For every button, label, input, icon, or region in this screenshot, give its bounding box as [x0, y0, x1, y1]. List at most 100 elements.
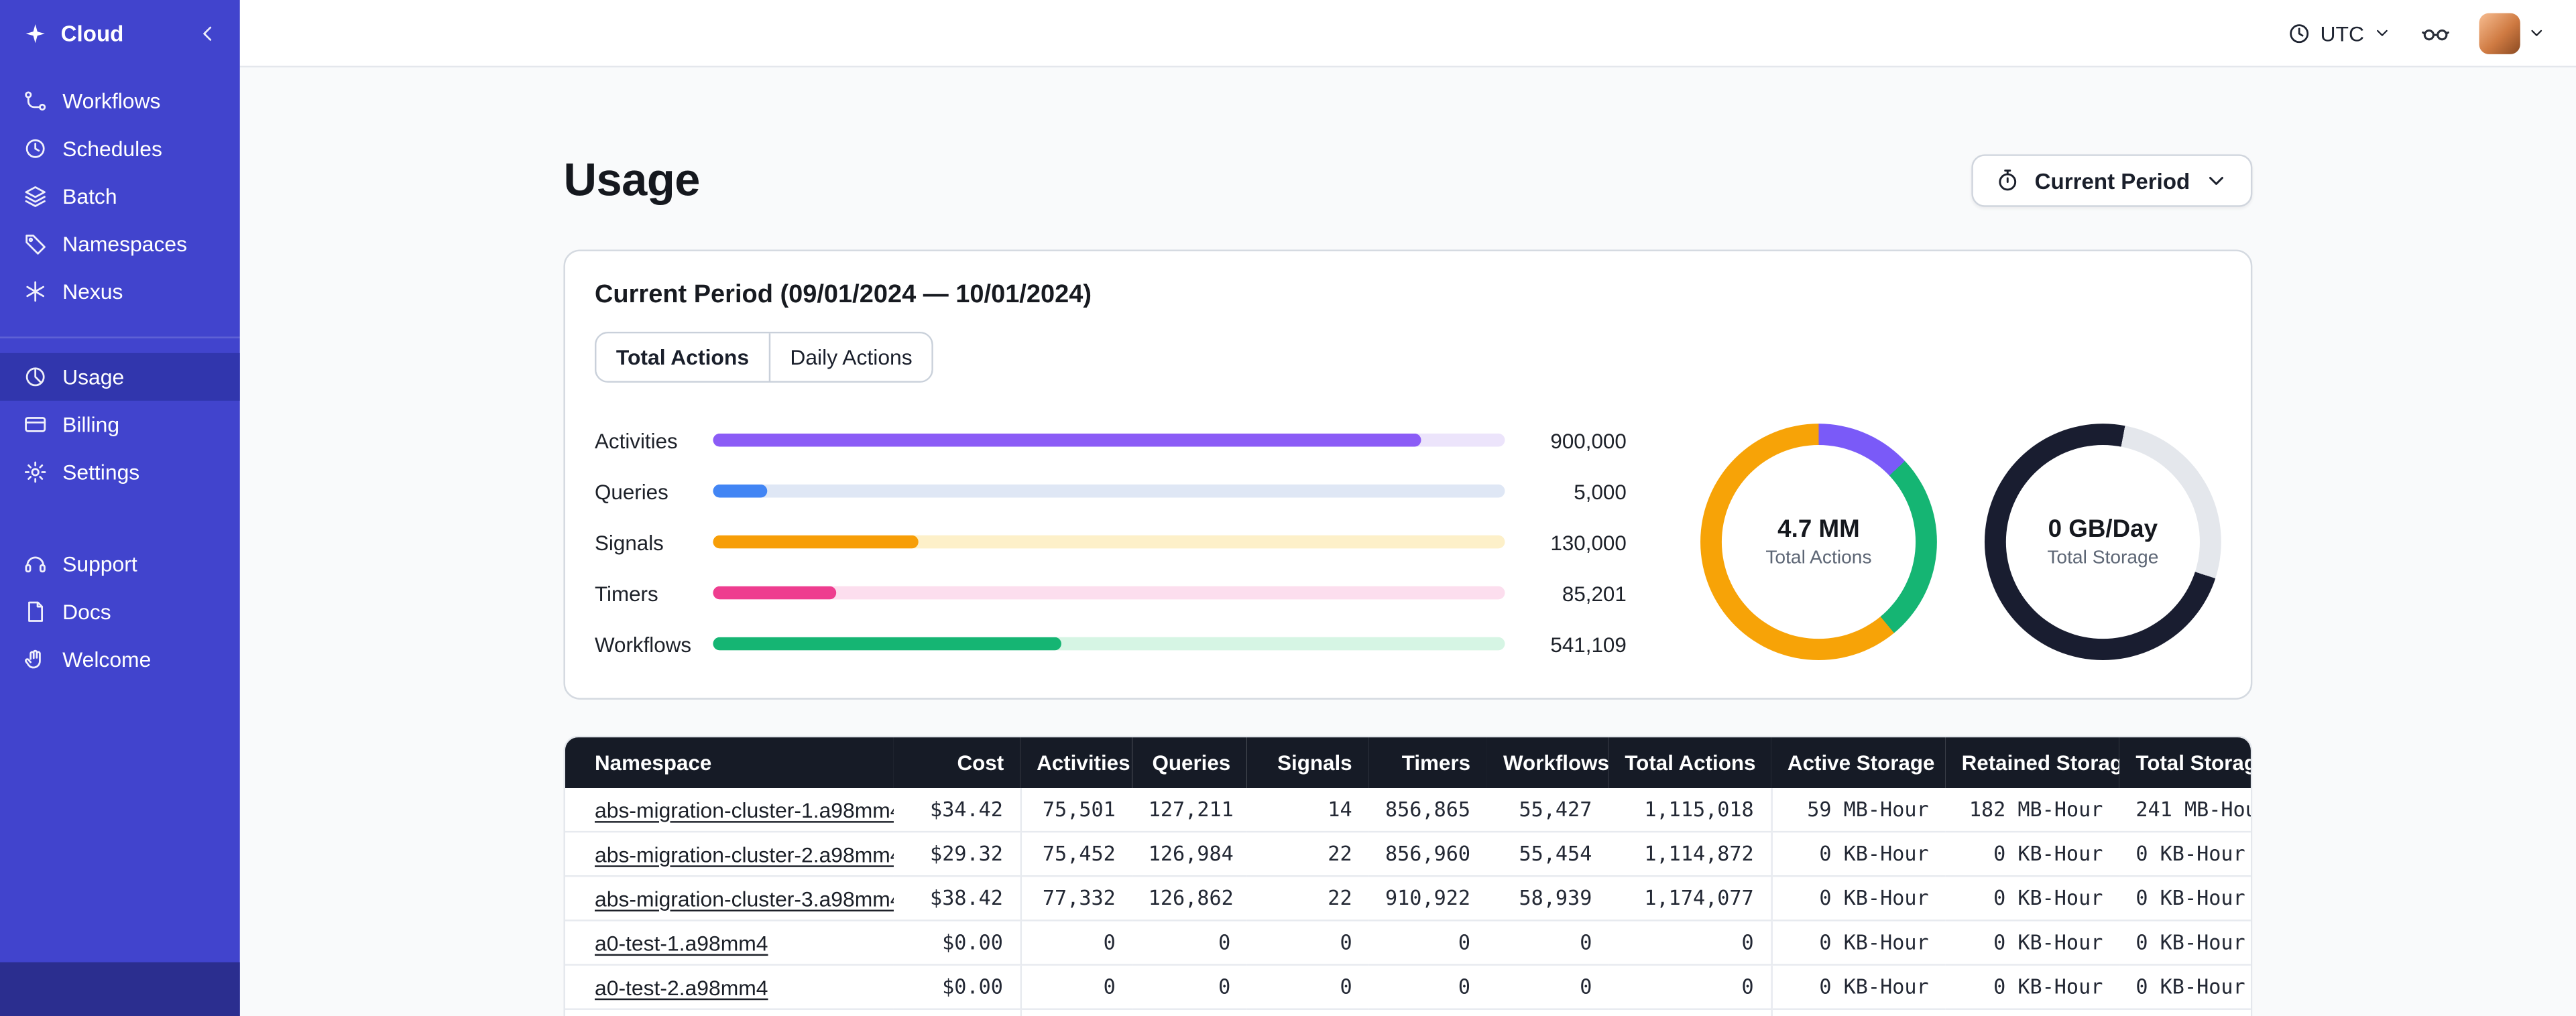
bar-label: Activities	[595, 428, 678, 453]
cell-cost: $0.00	[893, 964, 1020, 1009]
cell-retained-storage: 0 KB-Hour	[1945, 919, 2119, 965]
namespaces-icon	[23, 231, 48, 256]
bar-row-timers: Timers 85,201	[595, 580, 1627, 605]
column-header-activities: Activities	[1020, 737, 1132, 789]
actions-view-tabs: Total Actions Daily Actions	[595, 331, 934, 383]
cell-retained-storage: 0 KB-Hour	[1945, 875, 2119, 921]
cloud-logo-icon	[23, 21, 48, 46]
sidebar-item-label: Schedules	[62, 136, 162, 162]
donut-charts: 4.7 MM Total Actions 0 GB/Day Total Stor…	[1700, 424, 2221, 661]
namespace-link[interactable]: abs-migration-cluster-3.a98mm4	[595, 886, 894, 911]
total-storage-label: Total Storage	[2047, 548, 2159, 568]
bar-row-queries: Queries 5,000	[595, 479, 1627, 503]
bar-label: Workflows	[595, 631, 692, 656]
sidebar-item-support[interactable]: Support	[0, 540, 240, 588]
workflows-icon	[23, 88, 48, 113]
bar-fill	[713, 484, 767, 498]
column-header-queries: Queries	[1132, 737, 1247, 789]
cell-namespace: abs-migration-cluster-3.a98mm4	[565, 875, 894, 921]
column-header-retained-storage: Retained Storage	[1945, 737, 2119, 789]
support-icon	[23, 552, 48, 576]
cell-total-storage: 0 KB-Hour	[2119, 964, 2251, 1009]
cell-queries: 0	[1132, 1008, 1247, 1016]
cell-cost: $0.00	[893, 919, 1020, 965]
goggles-icon[interactable]	[2420, 17, 2451, 49]
total-actions-donut: 4.7 MM Total Actions	[1700, 424, 1937, 661]
bar-track	[713, 637, 1505, 651]
bar-track	[713, 535, 1505, 549]
namespace-link[interactable]: a0-test-1.a98mm4	[595, 930, 768, 955]
sidebar-item-namespaces[interactable]: Namespaces	[0, 220, 240, 267]
table-row: bk-worker-test.a98mm4$0.000000110 KB-Hou…	[565, 1008, 2251, 1016]
sidebar: Cloud Workflows Schedules Batch Namespaces N…	[0, 0, 240, 1016]
cell-total-storage: 241 MB-Hour	[2119, 788, 2251, 832]
cell-retained-storage: 182 MB-Hour	[1945, 788, 2119, 832]
cell-cost: $0.00	[893, 1008, 1020, 1016]
column-header-cost: Cost	[893, 737, 1020, 789]
bar-fill	[713, 586, 836, 600]
period-selector-button[interactable]: Current Period	[1972, 154, 2253, 207]
cell-activities: 75,452	[1019, 830, 1132, 877]
sidebar-item-usage[interactable]: Usage	[0, 353, 240, 401]
sidebar-item-nexus[interactable]: Nexus	[0, 267, 240, 315]
timezone-selector[interactable]: UTC	[2288, 21, 2392, 45]
total-actions-value: 4.7 MM	[1777, 515, 1860, 544]
total-storage-donut: 0 GB/Day Total Storage	[1984, 424, 2221, 661]
cell-cost: $38.42	[893, 875, 1020, 921]
cell-total-actions: 1	[1608, 1008, 1771, 1016]
user-menu[interactable]	[2479, 12, 2546, 54]
sidebar-item-workflows[interactable]: Workflows	[0, 77, 240, 125]
cell-timers: 0	[1368, 1008, 1487, 1016]
cell-total-actions: 0	[1608, 919, 1771, 965]
sidebar-collapse-button[interactable]	[196, 21, 221, 46]
cell-cost: $34.42	[893, 788, 1020, 832]
topbar: UTC	[239, 0, 2576, 68]
cell-retained-storage: 0 KB-Hour	[1945, 830, 2119, 877]
brand-label: Cloud	[60, 21, 124, 46]
sidebar-item-label: Billing	[62, 412, 120, 437]
column-header-active-storage: Active Storage	[1771, 737, 1946, 789]
sidebar-item-schedules[interactable]: Schedules	[0, 125, 240, 172]
cell-signals: 0	[1246, 964, 1369, 1009]
cell-workflows: 58,939	[1486, 875, 1608, 921]
cell-workflows: 55,427	[1486, 788, 1608, 832]
tab-total-actions[interactable]: Total Actions	[596, 333, 769, 381]
table-row: a0-test-2.a98mm4 $0.00 0 0 0 0 0 0 0 KB-Hour 0 KB…	[565, 964, 2251, 1009]
donut-center: 4.7 MM Total Actions	[1721, 445, 1916, 639]
bar-value: 900,000	[1550, 428, 1627, 453]
tab-daily-actions[interactable]: Daily Actions	[768, 333, 933, 381]
chevron-down-icon	[2203, 168, 2229, 194]
namespace-link[interactable]: abs-migration-cluster-2.a98mm4	[595, 842, 894, 867]
cell-timers: 856,960	[1368, 830, 1487, 877]
sidebar-item-label: Batch	[62, 184, 117, 209]
brand-row: Cloud	[0, 0, 240, 67]
bar-fill	[713, 433, 1422, 447]
sidebar-item-welcome[interactable]: Welcome	[0, 635, 240, 683]
cell-signals: 22	[1246, 875, 1369, 921]
table-row: a0-test-1.a98mm4 $0.00 0 0 0 0 0 0 0 KB-Hour 0 KB…	[565, 919, 2251, 965]
chevron-down-icon	[2527, 23, 2546, 42]
card-title: Current Period (09/01/2024 — 10/01/2024)	[595, 281, 1092, 309]
bar-fill	[713, 535, 919, 549]
namespace-link[interactable]: abs-migration-cluster-1.a98mm4	[595, 798, 894, 822]
sidebar-item-docs[interactable]: Docs	[0, 588, 240, 635]
cell-signals: 22	[1246, 830, 1369, 877]
usage-icon	[23, 365, 48, 389]
sidebar-item-label: Namespaces	[62, 231, 188, 257]
cell-namespace: abs-migration-cluster-1.a98mm4	[565, 788, 894, 832]
bar-track	[713, 586, 1505, 600]
cell-total-actions: 1,174,077	[1608, 875, 1771, 921]
cell-retained-storage: 0 KB-Hour	[1945, 1008, 2119, 1016]
bar-label: Timers	[595, 580, 658, 605]
app-window: Cloud Workflows Schedules Batch Namespaces N…	[0, 0, 2576, 1016]
column-header-total-storage: Total Storage	[2119, 737, 2251, 789]
sidebar-item-settings[interactable]: Settings	[0, 448, 240, 496]
sidebar-group-2: Support Docs Welcome	[0, 540, 240, 683]
sidebar-item-batch[interactable]: Batch	[0, 172, 240, 220]
bar-row-workflows: Workflows 541,109	[595, 631, 1627, 656]
namespace-link[interactable]: a0-test-2.a98mm4	[595, 974, 768, 999]
sidebar-footer	[0, 962, 240, 1016]
cell-namespace: bk-worker-test.a98mm4	[565, 1008, 894, 1016]
cell-signals: 0	[1246, 919, 1369, 965]
sidebar-item-billing[interactable]: Billing	[0, 401, 240, 448]
